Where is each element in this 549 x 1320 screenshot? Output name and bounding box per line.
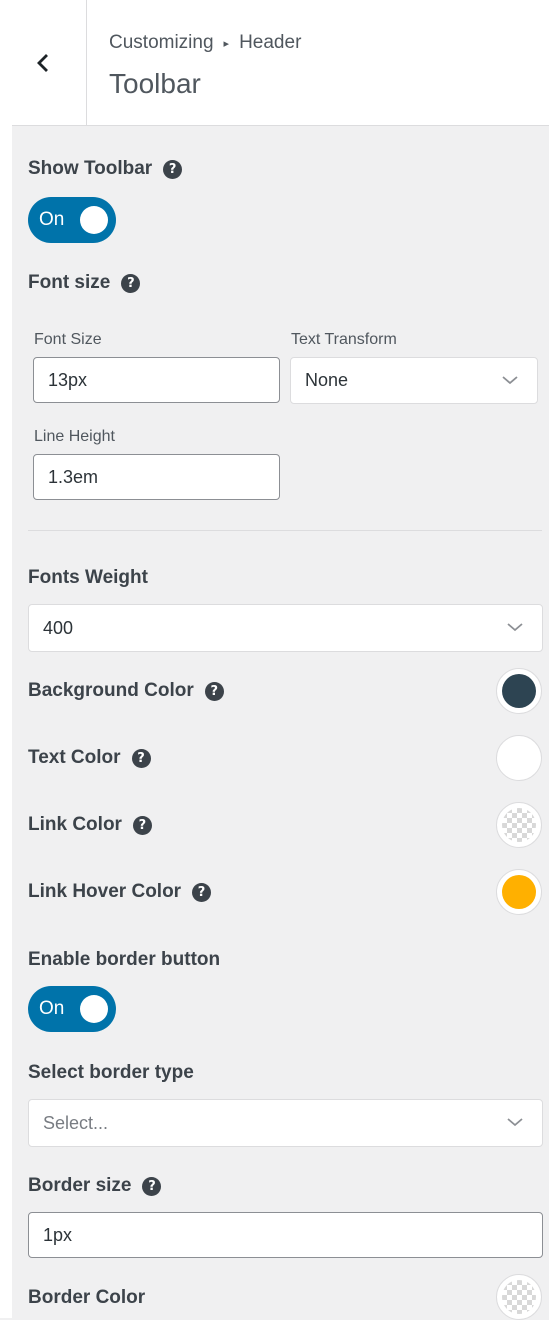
help-icon[interactable]: ?: [163, 159, 183, 179]
border-size-input[interactable]: 1px: [28, 1212, 543, 1258]
text-color-swatch[interactable]: [496, 735, 542, 781]
show-toolbar-toggle[interactable]: On: [28, 197, 116, 243]
font-size-field-label: Font Size: [34, 331, 102, 348]
help-icon[interactable]: ?: [131, 748, 151, 768]
border-type-select[interactable]: Select...: [28, 1099, 543, 1147]
border-type-placeholder: Select...: [43, 1112, 109, 1133]
background-color-dot: [502, 674, 536, 708]
breadcrumb-section: Header: [239, 32, 302, 53]
background-color-swatch[interactable]: [496, 668, 542, 714]
page-title: Toolbar: [109, 68, 201, 99]
back-button[interactable]: [0, 0, 87, 125]
show-toolbar-label: Show Toolbar ?: [28, 158, 183, 180]
border-size-label-text: Border size: [28, 1175, 132, 1196]
link-color-swatch[interactable]: [496, 802, 542, 848]
text-transform-value: None: [305, 370, 349, 390]
section-divider: [28, 530, 542, 531]
border-color-label-text: Border Color: [28, 1287, 146, 1308]
enable-border-toggle[interactable]: On: [28, 986, 116, 1032]
border-type-label-text: Select border type: [28, 1062, 194, 1083]
enable-border-label-text: Enable border button: [28, 949, 221, 970]
border-color-label: Border Color: [28, 1287, 145, 1309]
link-hover-color-swatch[interactable]: [496, 869, 542, 915]
fonts-weight-label-text: Fonts Weight: [28, 567, 148, 588]
border-type-label: Select border type: [28, 1062, 194, 1084]
breadcrumb-root: Customizing: [109, 32, 214, 53]
panel-left-edge: [0, 125, 12, 1318]
toggle-text: On: [39, 998, 65, 1019]
fonts-weight-label: Fonts Weight: [28, 567, 148, 589]
link-hover-color-dot: [502, 875, 536, 909]
link-color-dot: [502, 808, 536, 842]
text-color-dot: [502, 741, 536, 775]
toggle-knob: [80, 206, 108, 234]
enable-border-label: Enable border button: [28, 949, 220, 971]
font-size-label: Font size ?: [28, 272, 141, 294]
border-color-dot: [502, 1280, 536, 1314]
font-size-label-text: Font size: [28, 272, 111, 293]
show-toolbar-label-text: Show Toolbar: [28, 158, 153, 179]
font-size-input[interactable]: 13px: [33, 357, 280, 403]
text-color-label-text: Text Color: [28, 747, 121, 768]
help-icon[interactable]: ?: [192, 882, 212, 902]
chevron-down-icon: [507, 623, 523, 632]
text-color-label: Text Color ?: [28, 747, 151, 769]
background-color-label: Background Color ?: [28, 680, 224, 702]
text-transform-label: Text Transform: [291, 331, 397, 348]
link-hover-color-label: Link Hover Color ?: [28, 881, 212, 903]
chevron-down-icon: [507, 1118, 523, 1127]
line-height-input[interactable]: 1.3em: [33, 454, 280, 500]
line-height-label: Line Height: [34, 428, 115, 445]
fonts-weight-select[interactable]: 400: [28, 604, 543, 652]
link-hover-color-label-text: Link Hover Color: [28, 881, 182, 902]
border-color-swatch[interactable]: [496, 1274, 542, 1320]
text-transform-select[interactable]: None: [290, 357, 538, 404]
panel-header: Customizing ▸ Header Toolbar: [0, 0, 549, 126]
border-size-label: Border size ?: [28, 1175, 162, 1197]
help-icon[interactable]: ?: [132, 815, 152, 835]
fonts-weight-value: 400: [43, 617, 74, 638]
breadcrumb-arrow-icon: ▸: [223, 37, 230, 50]
breadcrumb: Customizing ▸ Header: [109, 32, 301, 54]
link-color-label-text: Link Color: [28, 814, 122, 835]
help-icon[interactable]: ?: [121, 273, 141, 293]
chevron-left-icon: [37, 53, 48, 72]
help-icon[interactable]: ?: [204, 681, 224, 701]
toggle-text: On: [39, 209, 65, 230]
background-color-label-text: Background Color: [28, 680, 194, 701]
chevron-down-icon: [502, 376, 518, 385]
link-color-label: Link Color ?: [28, 814, 152, 836]
toggle-knob: [80, 995, 108, 1023]
help-icon[interactable]: ?: [142, 1176, 162, 1196]
